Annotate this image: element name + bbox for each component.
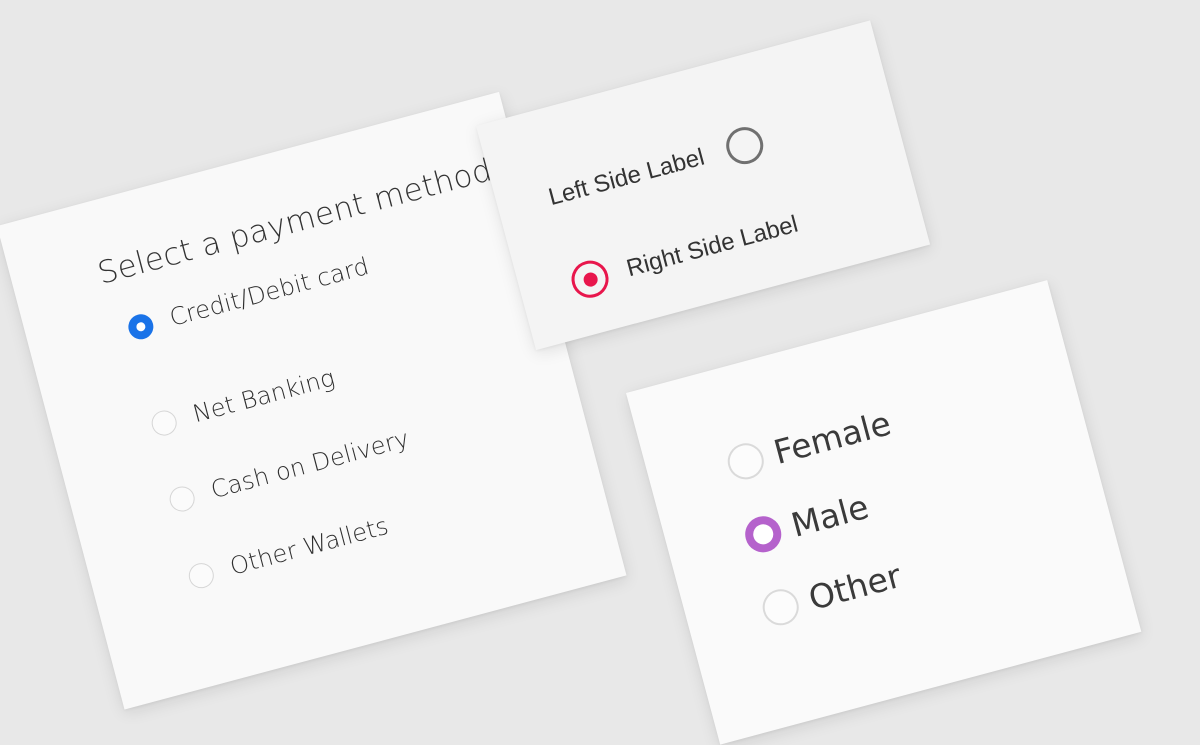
gender-card: Female Male Other <box>626 280 1142 745</box>
radio-unselected-icon[interactable] <box>722 122 768 169</box>
payment-option-net-banking[interactable]: Net Banking <box>148 363 338 440</box>
radio-unselected-icon[interactable] <box>148 407 180 438</box>
label-position-card: Left Side Label Right Side Label <box>476 20 931 351</box>
radio-unselected-icon[interactable] <box>166 483 198 514</box>
gender-option-label: Other <box>804 555 906 618</box>
label-option-text: Right Side Label <box>623 210 801 282</box>
label-option-right-side[interactable]: Right Side Label <box>567 206 802 302</box>
gender-option-other[interactable]: Other <box>758 556 905 630</box>
gender-option-label: Female <box>769 403 895 472</box>
radio-unselected-icon[interactable] <box>758 584 803 629</box>
payment-option-cash-on-delivery[interactable]: Cash on Delivery <box>166 424 412 515</box>
payment-option-label: Net Banking <box>189 363 338 429</box>
radio-selected-icon[interactable] <box>567 256 613 302</box>
payment-option-label: Other Wallets <box>227 511 392 581</box>
label-option-left-side[interactable]: Left Side Label <box>544 122 768 216</box>
payment-option-other-wallets[interactable]: Other Wallets <box>185 511 392 592</box>
radio-unselected-icon[interactable] <box>723 438 768 483</box>
radio-selected-icon[interactable] <box>125 310 156 342</box>
radio-unselected-icon[interactable] <box>185 559 217 591</box>
radio-selected-icon[interactable] <box>741 511 786 556</box>
gender-option-male[interactable]: Male <box>741 487 873 557</box>
gender-option-female[interactable]: Female <box>723 403 895 484</box>
label-option-text: Left Side Label <box>545 143 708 211</box>
payment-option-label: Cash on Delivery <box>207 424 412 505</box>
gender-option-label: Male <box>787 486 873 545</box>
